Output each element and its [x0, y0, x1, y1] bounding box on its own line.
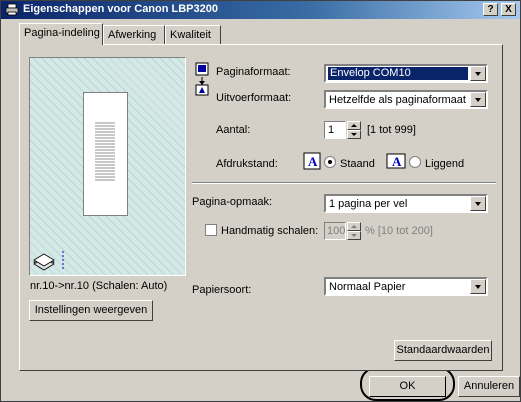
output-size-value: Hetzelfde als paginaformaat [329, 94, 466, 106]
preview-page [83, 92, 128, 216]
page-size-icon [195, 62, 209, 96]
paper-type-label: Papiersoort: [192, 284, 252, 296]
portrait-radio[interactable] [324, 156, 336, 168]
preview-caption: nr.10->nr.10 (Schalen: Auto) [30, 280, 168, 292]
scaling-range: % [10 tot 200] [365, 225, 433, 237]
paper-type-value: Normaal Papier [329, 281, 406, 293]
help-button[interactable]: ? [483, 3, 498, 16]
output-size-select[interactable]: Hetzelfde als paginaformaat [324, 90, 488, 109]
title-bar: Eigenschappen voor Canon LBP3200 ? X [1, 1, 520, 19]
spin-up-icon[interactable] [347, 222, 361, 231]
preview-text-lines [95, 122, 115, 181]
scaling-value: 100 [327, 225, 346, 237]
page-layout-select[interactable]: 1 pagina per vel [324, 194, 488, 213]
paper-stack-icon [33, 253, 55, 271]
printer-icon [5, 3, 19, 16]
ok-highlight-ring [360, 367, 455, 401]
cancel-label: Annuleren [463, 380, 515, 392]
landscape-radio[interactable] [409, 156, 421, 168]
chevron-down-icon[interactable] [470, 196, 486, 211]
page-layout-value: 1 pagina per vel [329, 198, 408, 210]
spin-down-icon[interactable] [347, 231, 361, 240]
close-button[interactable]: X [501, 3, 516, 16]
tab-label: Pagina-indeling [24, 27, 100, 39]
show-settings-label: Instellingen weergeven [34, 304, 148, 316]
svg-text:A: A [308, 154, 318, 169]
tab-pagina-indeling[interactable]: Pagina-indeling [19, 23, 103, 45]
copies-value: 1 [328, 124, 335, 136]
portrait-label: Staand [340, 158, 375, 170]
copies-range: [1 tot 999] [367, 124, 416, 136]
defaults-button[interactable]: Standaardwaarden [394, 340, 492, 361]
tab-kwaliteit[interactable]: Kwaliteit [165, 25, 221, 44]
manual-scaling-label: Handmatig schalen: [221, 225, 319, 237]
separator [192, 182, 496, 184]
chevron-down-icon[interactable] [470, 92, 486, 107]
copies-input[interactable]: 1 [324, 121, 346, 139]
chevron-down-icon[interactable] [470, 279, 486, 294]
tab-label: Afwerking [108, 29, 157, 41]
output-size-label: Uitvoerformaat: [216, 92, 292, 104]
page-preview [29, 57, 186, 276]
defaults-label: Standaardwaarden [396, 344, 490, 356]
scaling-stepper[interactable] [347, 222, 361, 240]
properties-dialog: Eigenschappen voor Canon LBP3200 ? X Pag… [0, 0, 521, 402]
copies-label: Aantal: [216, 124, 251, 136]
orientation-label: Afdrukstand: [216, 158, 278, 170]
svg-text:A: A [392, 154, 402, 169]
landscape-icon: A [386, 153, 406, 169]
window-title: Eigenschappen voor Canon LBP3200 [23, 3, 218, 15]
page-count-marker-icon [62, 251, 64, 271]
chevron-down-icon[interactable] [470, 66, 486, 81]
tab-panel: nr.10->nr.10 (Schalen: Auto) Instellinge… [19, 44, 503, 371]
portrait-icon: A [303, 152, 321, 170]
tab-afwerking[interactable]: Afwerking [103, 25, 165, 44]
tab-label: Kwaliteit [170, 29, 211, 41]
paper-type-select[interactable]: Normaal Papier [324, 277, 488, 296]
spin-up-icon[interactable] [347, 121, 361, 130]
page-size-label: Paginaformaat: [216, 66, 291, 78]
copies-stepper[interactable] [347, 121, 361, 139]
landscape-label: Liggend [425, 158, 465, 170]
spin-down-icon[interactable] [347, 130, 361, 139]
scaling-input[interactable]: 100 [324, 222, 346, 240]
page-size-select[interactable]: Envelop COM10 [324, 64, 488, 83]
page-layout-label: Pagina-opmaak: [192, 196, 273, 208]
page-size-value: Envelop COM10 [328, 67, 468, 80]
cancel-button[interactable]: Annuleren [458, 376, 520, 397]
show-settings-button[interactable]: Instellingen weergeven [29, 300, 153, 321]
manual-scaling-checkbox[interactable] [205, 224, 217, 236]
